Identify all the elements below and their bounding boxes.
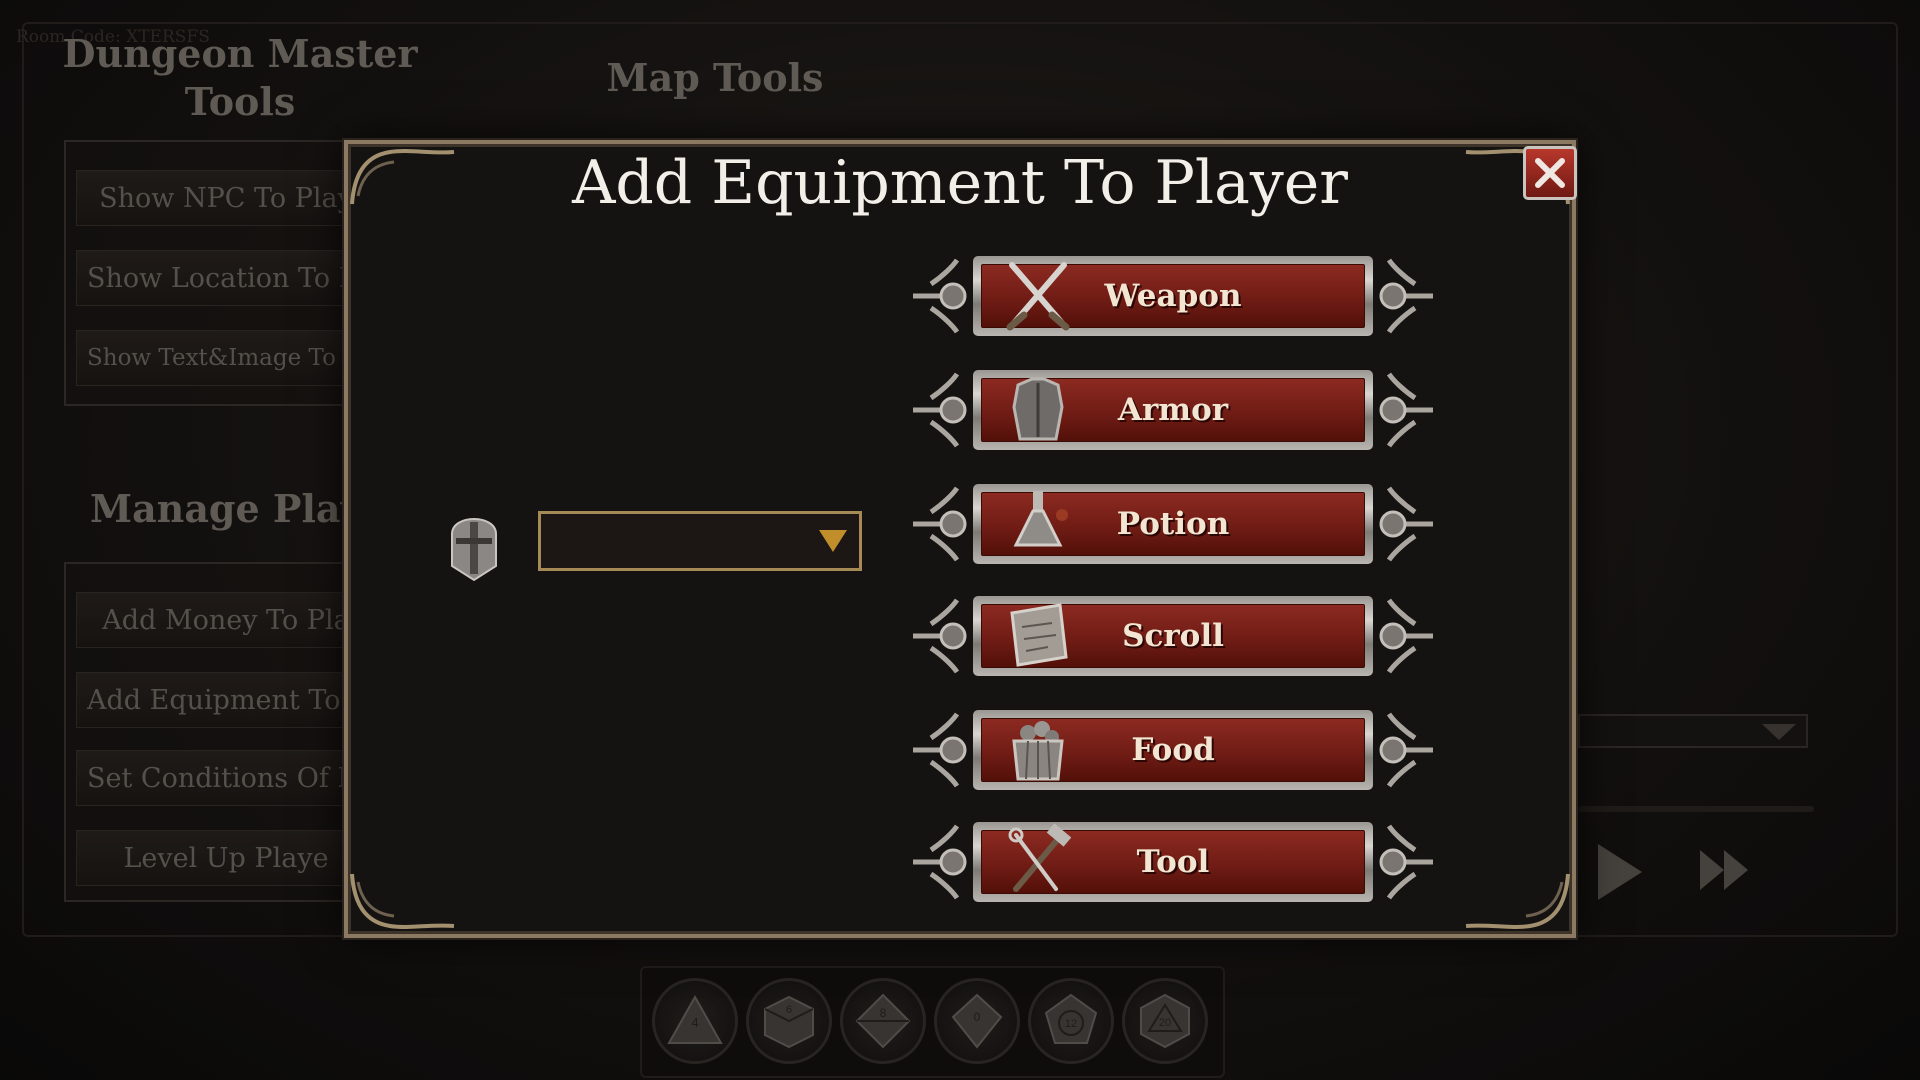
scroll-label: Scroll [1122,618,1224,654]
close-button[interactable] [1523,146,1577,200]
helmet-icon [451,518,497,582]
dropdown-arrow-icon [819,530,847,552]
potion-label: Potion [1116,506,1230,542]
armor-label: Armor [1117,392,1229,428]
food-icon [1012,721,1064,781]
weapon-button[interactable]: Weapon [913,254,1433,338]
crossed-swords-icon [1006,262,1070,331]
close-icon [1535,158,1565,188]
weapon-label: Weapon [1104,278,1242,314]
food-button[interactable]: Food [913,708,1433,792]
tool-button[interactable]: Tool [913,820,1433,904]
dialog-title: Add Equipment To Player [572,148,1348,218]
armor-button[interactable]: Armor [913,368,1433,452]
potion-button[interactable]: Potion [913,482,1433,566]
food-label: Food [1131,732,1215,768]
armor-icon [1012,377,1064,441]
player-dropdown[interactable] [538,511,862,571]
add-equipment-dialog: Add Equipment To Player Weapon Armor Pot… [344,140,1577,938]
corner-ornament-icon [350,873,455,929]
scroll-button[interactable]: Scroll [913,594,1433,678]
tool-icon [1008,823,1072,892]
corner-ornament-icon [1465,873,1570,929]
tool-label: Tool [1136,844,1210,880]
potion-icon [1013,491,1068,547]
scroll-icon [1010,603,1068,667]
